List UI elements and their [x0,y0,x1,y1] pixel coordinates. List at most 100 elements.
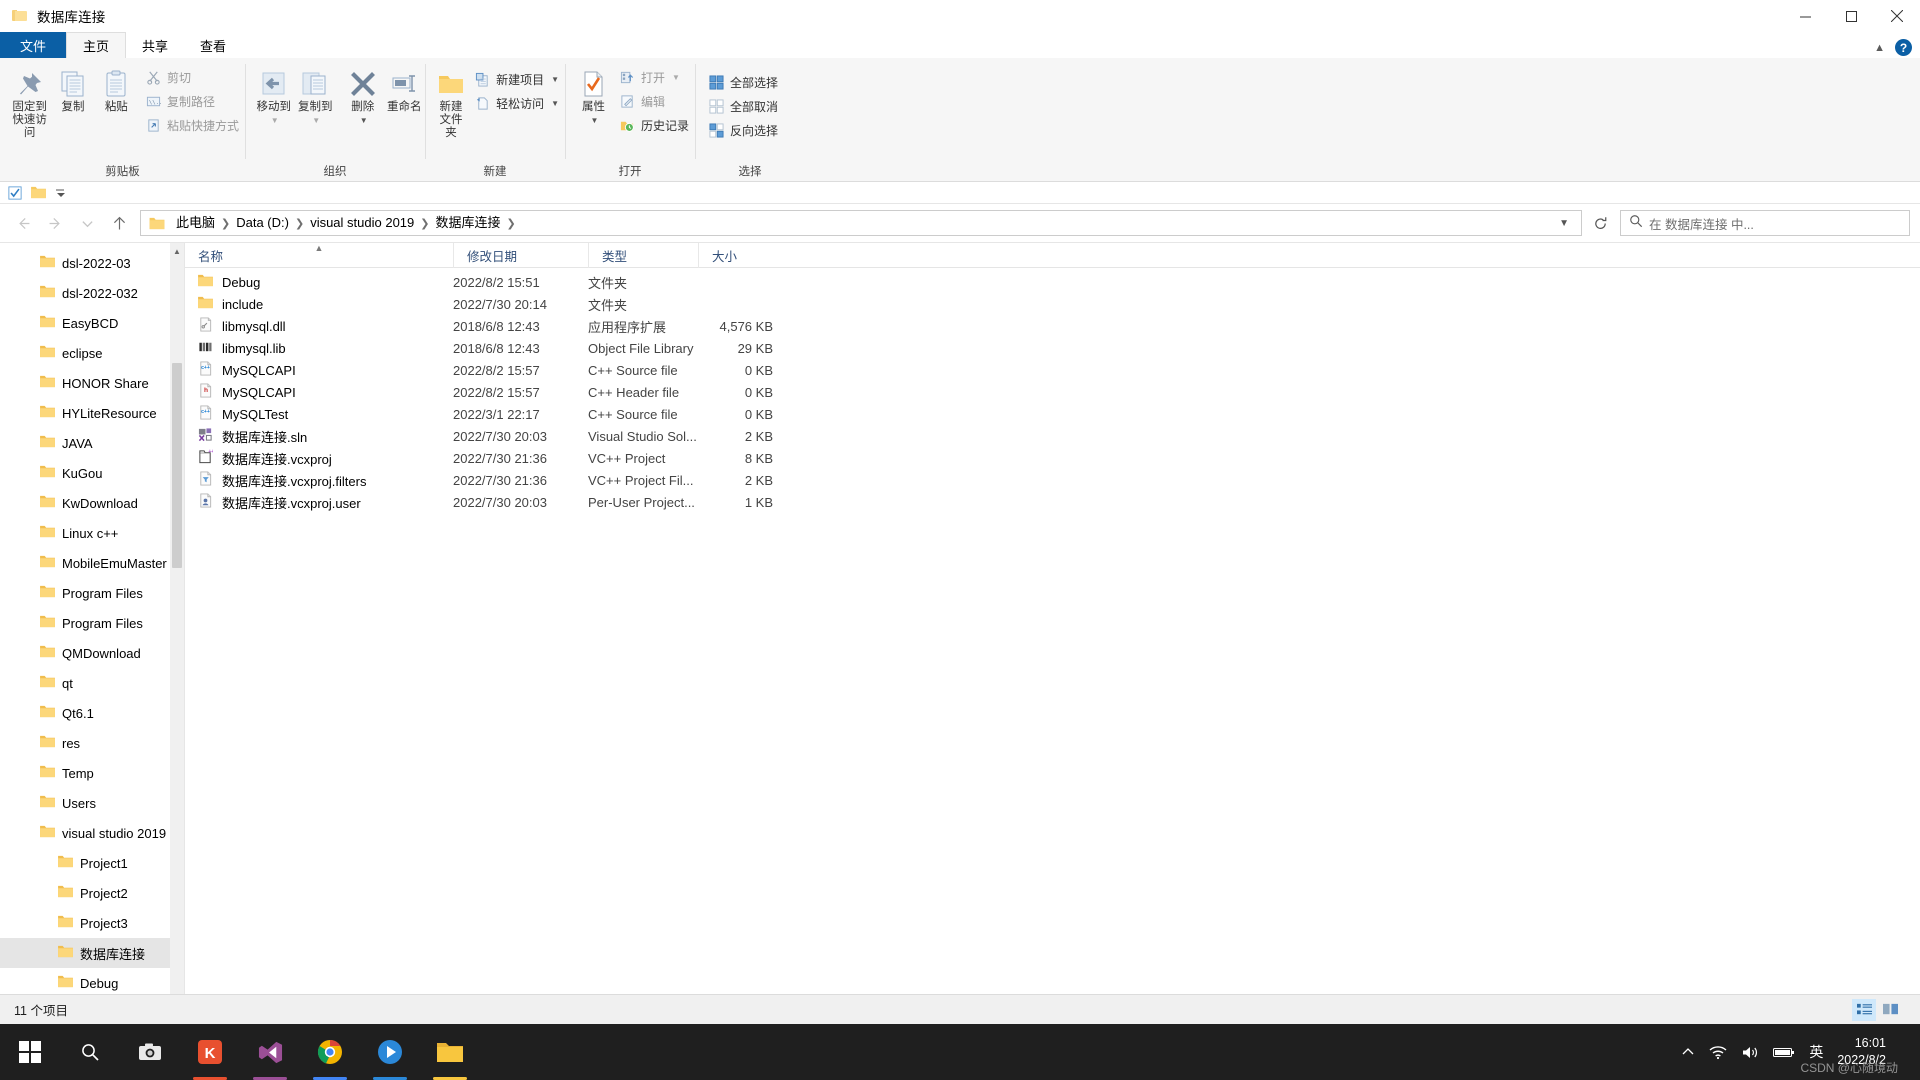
table-row[interactable]: c++MySQLCAPI2022/8/2 15:57C++ Source fil… [185,359,1920,381]
tree-item[interactable]: Program Files [0,578,184,608]
tree-item[interactable]: visual studio 2019 [0,818,184,848]
search-button[interactable] [60,1024,120,1080]
battery-icon[interactable] [1773,1046,1795,1059]
tab-view[interactable]: 查看 [184,32,242,58]
table-row[interactable]: libmysql.lib2018/6/8 12:43Object File Li… [185,337,1920,359]
table-row[interactable]: 数据库连接.vcxproj.user2022/7/30 20:03Per-Use… [185,491,1920,513]
chevron-down-icon[interactable]: ▼ [1551,218,1577,229]
tree-item[interactable]: Linux c++ [0,518,184,548]
tree-item[interactable]: HONOR Share [0,368,184,398]
breadcrumb-item-0[interactable]: 此电脑 [171,211,220,235]
column-header-size[interactable]: 大小 [698,243,783,268]
help-icon[interactable]: ? [1895,39,1912,56]
maximize-button[interactable] [1828,0,1874,32]
properties-check-icon[interactable] [8,186,22,200]
table-row[interactable]: Debug2022/8/2 15:51文件夹 [185,271,1920,293]
select-all-button[interactable]: 全部选择 [705,71,784,93]
tree-item[interactable]: dsl-2022-03 [0,248,184,278]
pin-to-quick-access-button[interactable]: 固定到快速访问 [8,65,51,140]
copy-path-button[interactable]: \\.. 复制路径 [142,90,245,112]
column-header-name[interactable]: ▲ 名称 [185,243,453,268]
search-input[interactable]: 在 数据库连接 中... [1620,210,1910,236]
refresh-button[interactable] [1586,210,1614,236]
tree-item[interactable]: EasyBCD [0,308,184,338]
open-button[interactable]: 打开 ▼ [616,66,695,88]
easy-access-button[interactable]: 轻松访问 ▼ [471,92,565,114]
tree-item[interactable]: Temp [0,758,184,788]
show-desktop-button[interactable] [1904,1024,1912,1080]
tree-item[interactable]: dsl-2022-032 [0,278,184,308]
tree-item[interactable]: KwDownload [0,488,184,518]
tree-item[interactable]: res [0,728,184,758]
tree-item[interactable]: Qt6.1 [0,698,184,728]
column-header-date[interactable]: 修改日期 [453,243,588,268]
tree-item[interactable]: QMDownload [0,638,184,668]
chevron-down-icon[interactable]: ▼ [551,75,559,84]
chevron-down-icon[interactable]: ▼ [360,116,368,125]
camera-button[interactable] [120,1024,180,1080]
tree-item[interactable]: qt [0,668,184,698]
new-item-button[interactable]: 新建项目 ▼ [471,68,565,90]
media-button[interactable] [360,1024,420,1080]
rename-button[interactable]: 重命名 [384,65,426,114]
wifi-icon[interactable] [1709,1045,1727,1060]
speaker-icon[interactable] [1741,1045,1759,1060]
file-explorer-button[interactable] [420,1024,480,1080]
tab-file[interactable]: 文件 [0,32,66,58]
tree-item[interactable]: Project2 [0,878,184,908]
chevron-right-icon[interactable]: ❯ [220,217,231,230]
chevron-down-icon[interactable]: ▼ [312,116,320,125]
tree-item[interactable]: eclipse [0,338,184,368]
kingsoft-button[interactable]: K [180,1024,240,1080]
table-row[interactable]: 数据库连接.vcxproj.filters2022/7/30 21:36VC++… [185,469,1920,491]
cut-button[interactable]: 剪切 [142,66,245,88]
recent-locations-button[interactable] [72,208,102,238]
customize-caret-icon[interactable] [55,187,67,199]
chevron-right-icon[interactable]: ❯ [294,217,305,230]
close-button[interactable] [1874,0,1920,32]
table-row[interactable]: include2022/7/30 20:14文件夹 [185,293,1920,315]
up-button[interactable] [104,208,134,238]
table-row[interactable]: ++数据库连接.vcxproj2022/7/30 21:36VC++ Proje… [185,447,1920,469]
breadcrumb-item-3[interactable]: 数据库连接 [430,211,505,235]
chevron-up-icon[interactable]: ▲ [170,243,184,259]
visual-studio-button[interactable] [240,1024,300,1080]
table-row[interactable]: libmysql.dll2018/6/8 12:43应用程序扩展4,576 KB [185,315,1920,337]
large-icons-view-icon[interactable] [1878,999,1902,1021]
tree-item[interactable]: MobileEmuMaster [0,548,184,578]
chevron-right-icon[interactable]: ❯ [419,217,430,230]
new-folder-icon[interactable] [31,186,46,199]
chevron-down-icon[interactable]: ▼ [551,99,559,108]
breadcrumb-item-2[interactable]: visual studio 2019 [305,211,419,235]
new-folder-button[interactable]: 新建文件夹 [433,65,469,140]
copy-button[interactable]: 复制 [51,65,94,114]
breadcrumb[interactable]: 此电脑 ❯ Data (D:) ❯ visual studio 2019 ❯ 数… [140,210,1582,236]
chevron-right-icon[interactable]: ❯ [506,217,517,230]
paste-button[interactable]: 粘贴 [95,65,138,114]
select-none-button[interactable]: 全部取消 [705,95,784,117]
tree-item[interactable]: Project3 [0,908,184,938]
tab-home[interactable]: 主页 [66,32,126,58]
column-header-type[interactable]: 类型 [588,243,698,268]
tree-item[interactable]: Users [0,788,184,818]
paste-shortcut-button[interactable]: 粘贴快捷方式 [142,114,245,136]
forward-button[interactable] [40,208,70,238]
chevron-down-icon[interactable]: ▼ [271,116,279,125]
nav-scrollbar[interactable]: ▲ ▼ [170,243,184,1013]
move-to-button[interactable]: 移动到 ▼ [253,65,295,125]
table-row[interactable]: hMySQLCAPI2022/8/2 15:57C++ Header file0… [185,381,1920,403]
table-row[interactable]: 数据库连接.sln2022/7/30 20:03Visual Studio So… [185,425,1920,447]
chevron-up-icon[interactable] [1681,1045,1695,1059]
back-button[interactable] [8,208,38,238]
breadcrumb-item-1[interactable]: Data (D:) [231,211,294,235]
edit-button[interactable]: 编辑 [616,90,695,112]
chevron-down-icon[interactable]: ▼ [672,73,680,82]
copy-to-button[interactable]: 复制到 ▼ [295,65,337,125]
start-button[interactable] [0,1024,60,1080]
properties-button[interactable]: 属性 ▼ [573,65,614,125]
invert-selection-button[interactable]: 反向选择 [705,119,784,141]
history-button[interactable]: 历史记录 [616,114,695,136]
table-row[interactable]: c++MySQLTest2022/3/1 22:17C++ Source fil… [185,403,1920,425]
minimize-button[interactable] [1782,0,1828,32]
details-view-icon[interactable] [1852,999,1876,1021]
